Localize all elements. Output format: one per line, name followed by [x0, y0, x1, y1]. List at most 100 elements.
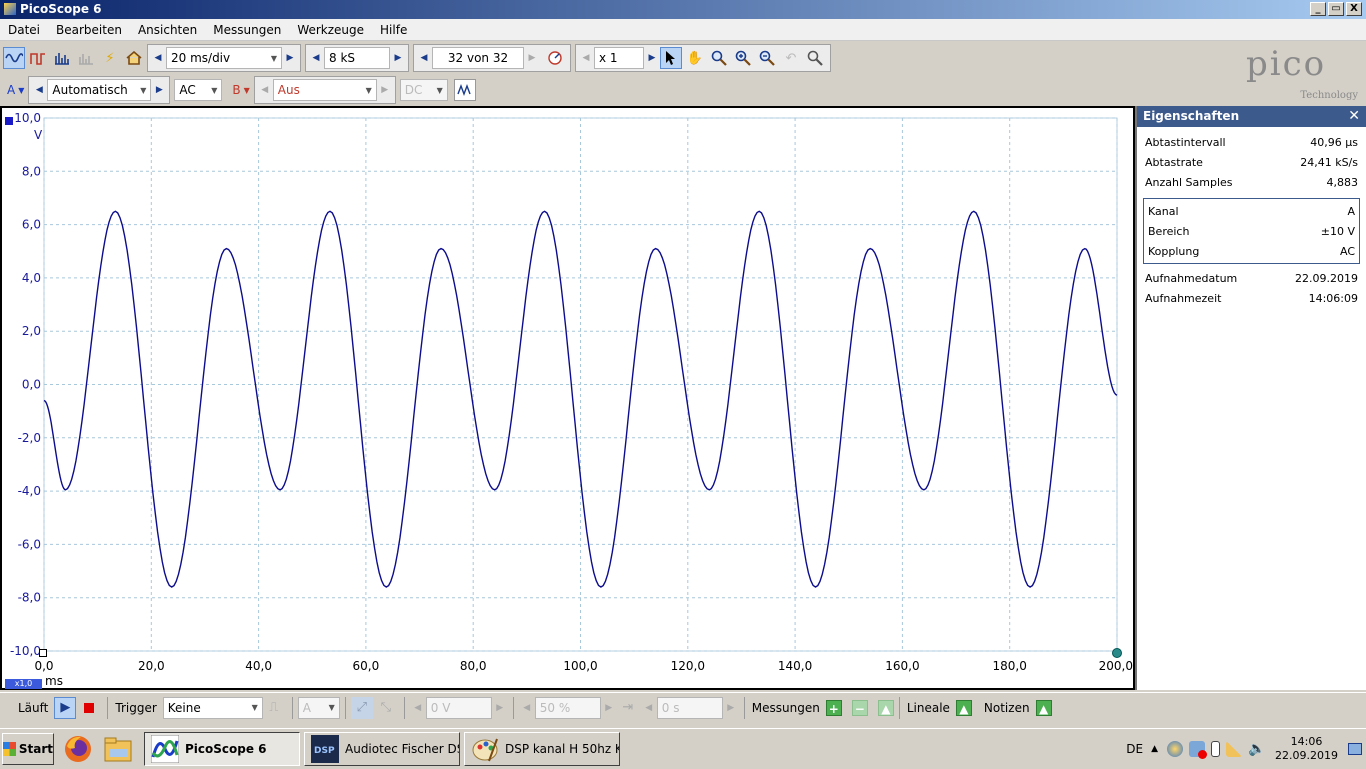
delay-right-arrow[interactable]: ▶	[723, 697, 739, 719]
y-unit-label: V	[34, 128, 43, 142]
menu-hilfe[interactable]: Hilfe	[372, 23, 415, 37]
pretrigger-left-arrow[interactable]: ◀	[519, 697, 535, 719]
channel-b-range-right[interactable]: ▶	[377, 79, 393, 101]
logo-subtext: Technology	[1300, 90, 1358, 101]
trigger-mode-select[interactable]: Keine ▼	[162, 696, 263, 719]
channel-a-range-left[interactable]: ◀	[31, 79, 47, 101]
channel-a-range-value: Automatisch	[52, 83, 128, 97]
delay-left-arrow[interactable]: ◀	[641, 697, 657, 719]
notes-button[interactable]: ▲	[1035, 699, 1052, 716]
channel-b-range-select[interactable]: Aus ▼	[272, 79, 377, 101]
zoom-left-arrow[interactable]: ◀	[578, 47, 594, 69]
menu-bearbeiten[interactable]: Bearbeiten	[48, 23, 130, 37]
capture-right-arrow[interactable]: ▶	[524, 47, 540, 69]
dsp-app-icon: DSP	[311, 734, 339, 763]
zoom-in-icon[interactable]	[732, 47, 754, 69]
menu-werkzeuge[interactable]: Werkzeuge	[289, 23, 372, 37]
auto-setup-icon[interactable]: ⚡	[99, 47, 121, 69]
chevron-down-icon: ▼	[251, 703, 258, 712]
samples-field[interactable]: 8 kS	[324, 47, 390, 69]
stop-icon[interactable]	[78, 697, 100, 719]
language-indicator[interactable]: DE	[1126, 742, 1143, 756]
show-desktop-icon[interactable]	[1348, 743, 1362, 755]
menu-messungen[interactable]: Messungen	[205, 23, 289, 37]
x-tick-label: 140,0	[778, 659, 812, 673]
persistence-mode-icon[interactable]	[27, 47, 49, 69]
hand-icon[interactable]: ✋	[684, 47, 706, 69]
zoom-out-icon[interactable]	[756, 47, 778, 69]
scope-view[interactable]: 10,0 8,0 6,0 4,0 2,0 0,0 -2,0 -4,0 -6,0 -8,0 -10,0…	[0, 106, 1135, 690]
trigger-marker[interactable]	[1112, 648, 1122, 658]
channel-b-range-value: Aus	[277, 83, 300, 97]
channel-b-range-left[interactable]: ◀	[257, 79, 273, 101]
timebase-value: 20 ms/div	[171, 51, 231, 65]
buffer-navigator-icon[interactable]	[544, 47, 566, 69]
capture-index-field[interactable]: 32 von 32	[432, 47, 524, 69]
chevron-down-icon: ▼	[211, 85, 218, 95]
menu-ansichten[interactable]: Ansichten	[130, 23, 205, 37]
trigger-channel-select[interactable]: A ▼	[297, 696, 340, 719]
scope-mode-icon[interactable]	[3, 47, 25, 69]
spectrum-mode-icon[interactable]	[51, 47, 73, 69]
taskbar-item-picoscope[interactable]: PicoScope 6	[144, 731, 300, 766]
threshold-field[interactable]: 0 V	[425, 696, 492, 719]
signal-strength-icon[interactable]	[1226, 741, 1243, 757]
timebase-right-arrow[interactable]: ▶	[282, 47, 298, 69]
network-error-icon[interactable]	[1189, 741, 1208, 759]
channel-a-label[interactable]: A ▼	[3, 79, 28, 101]
samples-left-arrow[interactable]: ◀	[308, 47, 324, 69]
trigger-edge-icon: ⎍	[269, 700, 279, 715]
zoom-overview-icon[interactable]	[804, 47, 826, 69]
channel-a-trace	[43, 210, 1118, 588]
maximize-button[interactable]: ▭	[1328, 2, 1344, 16]
remove-measurement-button[interactable]: −	[851, 699, 868, 716]
pretrigger-field[interactable]: 50 %	[534, 696, 601, 719]
chevron-down-icon: ▼	[365, 85, 372, 95]
play-icon[interactable]: ▶	[54, 696, 77, 719]
taskbar-item-audiotec-dsp[interactable]: DSP Audiotec Fischer DSP ...	[304, 731, 460, 766]
zoom-area-icon[interactable]	[708, 47, 730, 69]
start-button[interactable]: Start	[2, 732, 54, 765]
network-globe-icon[interactable]	[1167, 741, 1184, 757]
clock[interactable]: 14:06 22.09.2019	[1275, 735, 1338, 763]
taskbar-item-paint-image[interactable]: DSP kanal H 50hz K20...	[464, 731, 620, 766]
file-explorer-icon[interactable]	[102, 733, 134, 765]
volume-icon[interactable]: 🔈	[1248, 741, 1265, 757]
threshold-left-arrow[interactable]: ◀	[410, 697, 426, 719]
rulers-button[interactable]: ▲	[955, 699, 972, 716]
zoom-right-arrow[interactable]: ▶	[644, 47, 660, 69]
y-tick-label: 8,0	[22, 164, 41, 178]
tray-expand-icon[interactable]: ▲	[1151, 744, 1158, 754]
minimize-button[interactable]: _	[1310, 2, 1326, 16]
close-button[interactable]: X	[1346, 2, 1362, 16]
pointer-icon[interactable]	[660, 47, 682, 69]
channel-options-icon[interactable]	[453, 79, 476, 101]
menu-datei[interactable]: Datei	[0, 23, 48, 37]
prop-row: Kanal A	[1148, 204, 1355, 218]
capture-left-arrow[interactable]: ◀	[416, 47, 432, 69]
samples-right-arrow[interactable]: ▶	[390, 47, 406, 69]
zoom-field[interactable]: x 1	[594, 47, 644, 69]
channel-a-coupling-select[interactable]: AC ▼	[174, 79, 223, 101]
x-tick-label: 40,0	[245, 659, 272, 673]
properties-panel: Eigenschaften ✕ Abtastintervall 40,96 µs …	[1135, 106, 1366, 690]
firefox-icon[interactable]	[62, 733, 94, 765]
pretrigger-right-arrow[interactable]: ▶	[601, 697, 617, 719]
home-icon[interactable]	[123, 47, 145, 69]
scope-chart[interactable]: 10,0 8,0 6,0 4,0 2,0 0,0 -2,0 -4,0 -6,0 -8,0 -10,0…	[2, 108, 1133, 688]
delay-field[interactable]: 0 s	[656, 696, 723, 719]
battery-icon[interactable]	[1211, 741, 1221, 757]
channel-a-range-select[interactable]: Automatisch ▼	[47, 79, 152, 101]
channel-a-range-right[interactable]: ▶	[151, 79, 167, 101]
edit-measurement-button[interactable]: ▲	[877, 699, 894, 716]
prop-row: Kopplung AC	[1148, 244, 1355, 258]
threshold-right-arrow[interactable]: ▶	[492, 697, 508, 719]
ruler-handle[interactable]	[39, 649, 47, 657]
channel-b-label[interactable]: B ▼	[228, 79, 253, 101]
timebase-left-arrow[interactable]: ◀	[150, 47, 166, 69]
add-measurement-button[interactable]: +	[825, 699, 842, 716]
properties-close-icon[interactable]: ✕	[1348, 106, 1360, 127]
chevron-down-icon: ▼	[436, 85, 443, 95]
channel-b-coupling-select[interactable]: DC ▼	[399, 79, 448, 101]
timebase-select[interactable]: 20 ms/div ▼	[166, 47, 282, 69]
